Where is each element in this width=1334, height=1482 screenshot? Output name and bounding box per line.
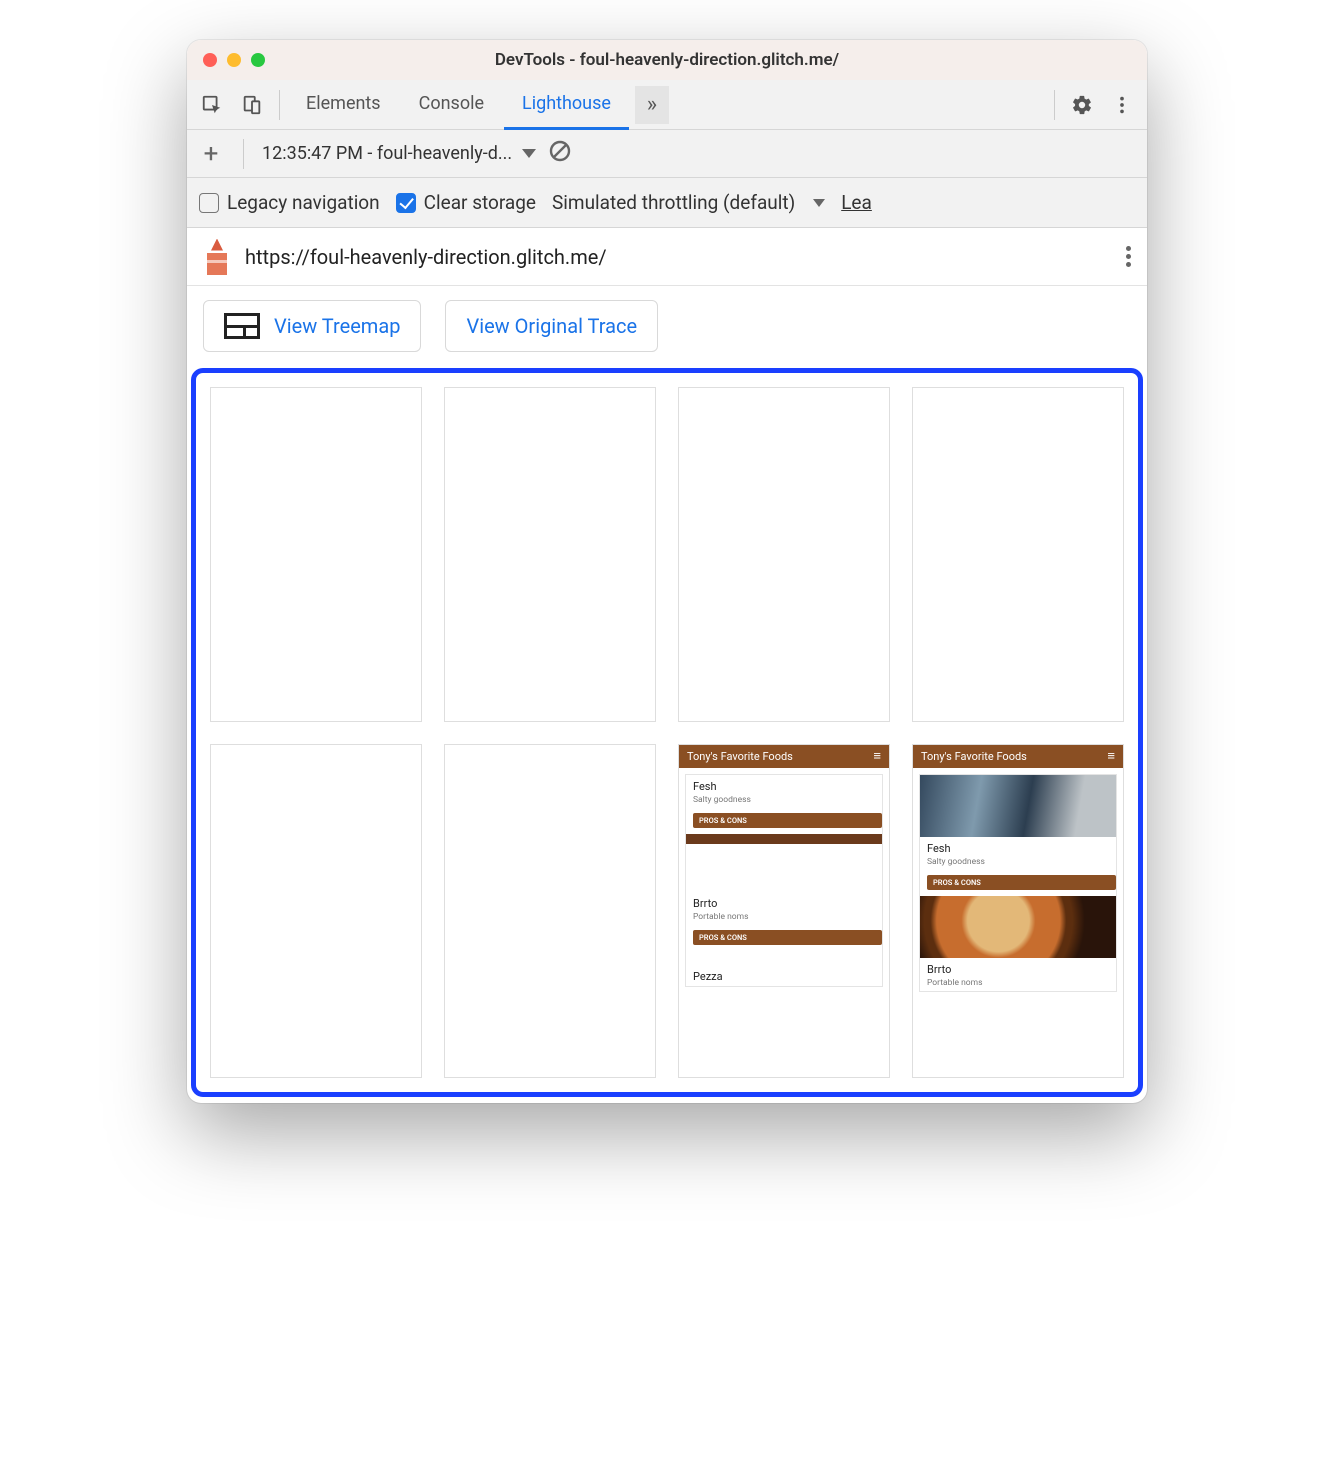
main-toolbar: Elements Console Lighthouse » bbox=[187, 80, 1147, 130]
legacy-navigation-checkbox[interactable] bbox=[199, 193, 219, 213]
report-picker-row: + 12:35:47 PM - foul-heavenly-d... bbox=[187, 130, 1147, 178]
clear-storage-option[interactable]: Clear storage bbox=[396, 191, 536, 214]
mini-card-button: PROS & CONS bbox=[693, 930, 882, 945]
divider bbox=[1054, 90, 1055, 120]
chevron-down-icon bbox=[813, 199, 825, 207]
clear-report-icon[interactable] bbox=[548, 139, 572, 168]
hamburger-icon: ≡ bbox=[1107, 750, 1115, 763]
mini-card-subtitle: Portable noms bbox=[927, 978, 1109, 988]
mini-card-button: PROS & CONS bbox=[927, 875, 1116, 890]
clear-storage-label: Clear storage bbox=[424, 191, 536, 214]
mini-page-header: Tony's Favorite Foods ≡ bbox=[679, 745, 889, 768]
lighthouse-icon bbox=[203, 239, 231, 275]
more-icon[interactable] bbox=[1103, 86, 1141, 124]
tab-elements[interactable]: Elements bbox=[288, 80, 399, 130]
mini-card-title: Fesh bbox=[693, 780, 875, 793]
filmstrip-frame[interactable] bbox=[444, 744, 656, 1079]
mini-image-burrito bbox=[920, 896, 1116, 958]
new-report-button[interactable]: + bbox=[197, 139, 225, 169]
hamburger-icon: ≡ bbox=[873, 750, 881, 763]
device-toggle-icon[interactable] bbox=[233, 86, 271, 124]
titlebar: DevTools - foul-heavenly-direction.glitc… bbox=[187, 40, 1147, 80]
filmstrip-frame[interactable] bbox=[444, 387, 656, 722]
filmstrip: Tony's Favorite Foods ≡ Fesh Salty goodn… bbox=[210, 387, 1124, 1078]
mini-card-title: Brrto bbox=[927, 963, 1109, 976]
mini-card-title: Brrto bbox=[693, 897, 875, 910]
view-treemap-label: View Treemap bbox=[274, 314, 400, 338]
mini-card-button: PROS & CONS bbox=[693, 813, 882, 828]
options-row: Legacy navigation Clear storage Simulate… bbox=[187, 178, 1147, 228]
filmstrip-frame[interactable] bbox=[678, 387, 890, 722]
mini-card-title: Fesh bbox=[927, 842, 1109, 855]
throttling-label: Simulated throttling (default) bbox=[552, 191, 795, 214]
tabs-overflow-button[interactable]: » bbox=[635, 86, 669, 124]
filmstrip-frame[interactable] bbox=[210, 387, 422, 722]
learn-more-link[interactable]: Lea bbox=[841, 191, 872, 214]
mini-header-title: Tony's Favorite Foods bbox=[921, 750, 1027, 763]
throttling-dropdown[interactable]: Simulated throttling (default) bbox=[552, 191, 795, 214]
mini-card-title: Pezza bbox=[693, 970, 875, 983]
view-original-trace-button[interactable]: View Original Trace bbox=[445, 300, 658, 352]
devtools-window: DevTools - foul-heavenly-direction.glitc… bbox=[187, 40, 1147, 1103]
report-menu-icon[interactable] bbox=[1126, 246, 1131, 267]
view-treemap-button[interactable]: View Treemap bbox=[203, 300, 421, 352]
filmstrip-frame[interactable]: Tony's Favorite Foods ≡ Fesh Salty goodn… bbox=[678, 744, 890, 1079]
close-window-button[interactable] bbox=[203, 53, 217, 67]
legacy-navigation-label: Legacy navigation bbox=[227, 191, 380, 214]
filmstrip-frame[interactable] bbox=[210, 744, 422, 1079]
clear-storage-checkbox[interactable] bbox=[396, 193, 416, 213]
report-url: https://foul-heavenly-direction.glitch.m… bbox=[245, 245, 607, 269]
mini-header-title: Tony's Favorite Foods bbox=[687, 750, 793, 763]
settings-icon[interactable] bbox=[1063, 86, 1101, 124]
window-title: DevTools - foul-heavenly-direction.glitc… bbox=[187, 50, 1147, 70]
report-url-row: https://foul-heavenly-direction.glitch.m… bbox=[187, 228, 1147, 286]
tab-lighthouse[interactable]: Lighthouse bbox=[504, 80, 629, 130]
minimize-window-button[interactable] bbox=[227, 53, 241, 67]
filmstrip-highlight: Tony's Favorite Foods ≡ Fesh Salty goodn… bbox=[191, 368, 1143, 1097]
report-dropdown[interactable]: 12:35:47 PM - foul-heavenly-d... bbox=[262, 143, 536, 164]
view-buttons-row: View Treemap View Original Trace bbox=[187, 286, 1147, 368]
mini-page-header: Tony's Favorite Foods ≡ bbox=[913, 745, 1123, 768]
inspect-element-icon[interactable] bbox=[193, 86, 231, 124]
mini-card: Fesh Salty goodness PROS & CONS Brrto Po… bbox=[919, 774, 1117, 992]
treemap-icon bbox=[224, 313, 260, 339]
divider bbox=[243, 139, 244, 169]
view-original-trace-label: View Original Trace bbox=[466, 314, 637, 338]
filmstrip-frame[interactable] bbox=[912, 387, 1124, 722]
divider bbox=[279, 90, 280, 120]
tab-console[interactable]: Console bbox=[401, 80, 502, 130]
mini-image-placeholder bbox=[686, 834, 882, 844]
mini-card-subtitle: Portable noms bbox=[693, 912, 875, 922]
mini-card: Fesh Salty goodness PROS & CONS Brrto Po… bbox=[685, 774, 883, 987]
filmstrip-frame[interactable]: Tony's Favorite Foods ≡ Fesh Salty goodn… bbox=[912, 744, 1124, 1079]
mini-image-fish bbox=[920, 775, 1116, 837]
report-dropdown-label: 12:35:47 PM - foul-heavenly-d... bbox=[262, 143, 512, 164]
zoom-window-button[interactable] bbox=[251, 53, 265, 67]
mini-card-subtitle: Salty goodness bbox=[693, 795, 875, 805]
legacy-navigation-option[interactable]: Legacy navigation bbox=[199, 191, 380, 214]
mini-card-subtitle: Salty goodness bbox=[927, 857, 1109, 867]
chevron-down-icon bbox=[522, 149, 536, 158]
traffic-lights bbox=[187, 53, 265, 67]
